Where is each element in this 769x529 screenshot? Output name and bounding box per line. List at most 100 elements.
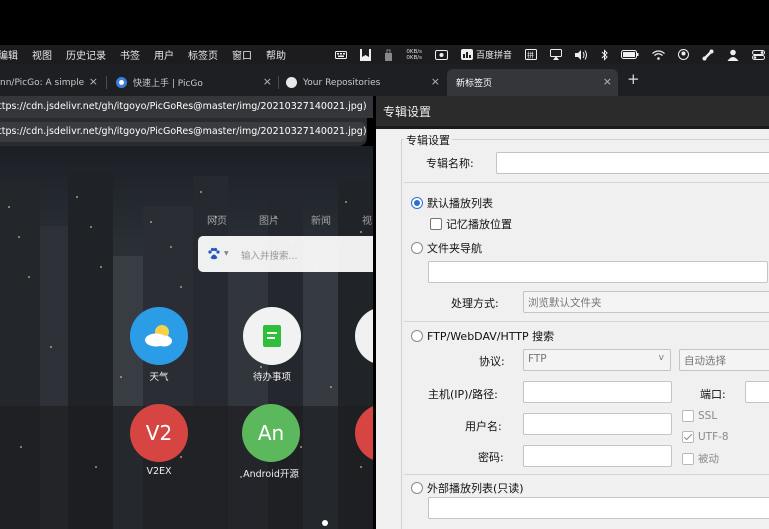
checkbox-label: 记忆播放位置 xyxy=(446,218,512,231)
radio-folder-navigation[interactable]: 文件夹导航 xyxy=(411,240,482,256)
menu-help[interactable]: 帮助 xyxy=(266,47,286,62)
keyboard-icon[interactable] xyxy=(335,45,348,64)
todo-icon xyxy=(243,307,301,365)
checkbox-remember-position[interactable]: 记忆播放位置 xyxy=(430,216,512,232)
menu-bookmarks[interactable]: 书签 xyxy=(120,47,140,62)
checkbox-label: UTF-8 xyxy=(698,431,729,443)
app-partial[interactable] xyxy=(355,307,373,365)
checkbox-passive[interactable]: 被动 xyxy=(682,451,719,466)
screen-record-icon[interactable] xyxy=(434,45,448,64)
password-input[interactable] xyxy=(523,445,672,467)
encoding-select[interactable]: 自动选择 xyxy=(679,349,769,371)
tab-title: 快速上手 | PicGo xyxy=(133,79,203,89)
external-playlist-input[interactable] xyxy=(428,497,769,519)
separator xyxy=(404,182,769,183)
search-tab-news[interactable]: 新闻 xyxy=(311,212,331,227)
menu-history[interactable]: 历史记录 xyxy=(66,47,106,62)
menu-profiles[interactable]: 用户 xyxy=(154,47,174,62)
host-path-input[interactable] xyxy=(523,381,672,403)
bag-icon[interactable] xyxy=(384,45,393,64)
search-input[interactable]: 输入并搜索... xyxy=(241,248,298,262)
checkbox-utf8[interactable]: UTF-8 xyxy=(682,431,729,443)
volume-icon[interactable] xyxy=(575,45,588,64)
tab-close-icon[interactable]: × xyxy=(89,75,98,88)
tab-picgo-quickstart[interactable]: 快速上手 | PicGo × xyxy=(108,69,278,96)
radio-ftp-webdav-http[interactable]: FTP/WebDAV/HTTP 搜索 xyxy=(411,328,554,344)
chevron-down-icon: v xyxy=(658,353,664,363)
wifi-icon[interactable] xyxy=(652,45,665,64)
tab-title: nn/PicGo: A simple & xyxy=(0,77,86,88)
menu-tabs[interactable]: 标签页 xyxy=(188,47,218,62)
user-circle-icon[interactable] xyxy=(678,45,689,64)
dialog-title: 专辑设置 xyxy=(376,96,769,126)
tab-close-icon[interactable]: × xyxy=(603,75,612,88)
username-input[interactable] xyxy=(523,413,672,435)
download-speed: 0KB/s xyxy=(406,54,422,61)
album-name-label: 专辑名称: xyxy=(426,157,474,170)
url-input[interactable]: ttps://cdn.jsdelivr.net/gh/itgoyo/PicGoR… xyxy=(0,101,367,112)
radio-label: 外部播放列表(只读) xyxy=(427,482,524,495)
app-android-opensource[interactable]: An Android开源 xyxy=(242,404,300,480)
menu-window[interactable]: 窗口 xyxy=(232,47,252,62)
protocol-label: 协议: xyxy=(479,355,505,368)
new-tab-page: 网页 图片 新闻 视 ▼ 输入并搜索... 天气 待办事项 V2 V2EX An… xyxy=(0,146,373,529)
tab-separator xyxy=(278,76,279,89)
suggestion-item[interactable]: ttps://cdn.jsdelivr.net/gh/itgoyo/PicGoR… xyxy=(0,122,367,142)
folder-path-input[interactable] xyxy=(428,261,768,283)
control-center-icon[interactable] xyxy=(752,45,765,64)
new-tab-button[interactable]: + xyxy=(627,72,640,87)
android-icon: An xyxy=(242,404,300,462)
menu-edit[interactable]: 编辑 xyxy=(0,47,18,62)
input-method-icon[interactable]: 拼 xyxy=(525,45,537,64)
tab-close-icon[interactable]: × xyxy=(263,75,272,88)
radio-default-playlist[interactable]: 默认播放列表 xyxy=(411,195,493,211)
handling-label: 处理方式: xyxy=(451,297,499,310)
protocol-select[interactable]: FTP v xyxy=(523,349,671,371)
checkbox-ssl[interactable]: SSL xyxy=(682,410,717,422)
app-weather[interactable]: 天气 xyxy=(130,307,188,383)
app-v2ex[interactable]: V2 V2EX xyxy=(130,404,188,477)
tab-title: 新标签页 xyxy=(456,79,493,89)
tab-close-icon[interactable]: × xyxy=(431,75,440,88)
app-label: 天气 xyxy=(149,372,169,383)
airplay-icon[interactable] xyxy=(550,45,562,64)
radio-label: 默认播放列表 xyxy=(427,197,493,210)
omnibox-suggestions: ttps://cdn.jsdelivr.net/gh/itgoyo/PicGoR… xyxy=(0,118,367,146)
search-box[interactable]: ▼ 输入并搜索... xyxy=(198,236,373,272)
app-label: 待办事项 xyxy=(252,372,291,383)
tab-bar: nn/PicGo: A simple & × 快速上手 | PicGo × Yo… xyxy=(0,64,769,96)
port-label: 端口: xyxy=(700,388,726,401)
script-icon[interactable] xyxy=(702,45,714,64)
protocol-value: FTP xyxy=(528,353,547,365)
search-tab-video[interactable]: 视 xyxy=(362,212,372,227)
tab-title: Your Repositories xyxy=(303,77,381,88)
baidu-paw-icon[interactable] xyxy=(207,247,221,261)
bookmark-app-icon[interactable] xyxy=(360,45,372,64)
battery-icon[interactable] xyxy=(621,45,639,64)
app-menus: 编辑 视图 历史记录 书签 用户 标签页 窗口 帮助 xyxy=(0,47,300,62)
tab-your-repositories[interactable]: Your Repositories × xyxy=(280,69,446,96)
checkbox-label: SSL xyxy=(698,410,718,422)
menu-view[interactable]: 视图 xyxy=(32,47,52,62)
album-name-input[interactable] xyxy=(496,152,769,174)
handling-select[interactable]: 浏览默认文件夹 xyxy=(523,291,769,313)
separator xyxy=(404,474,769,475)
port-input[interactable] xyxy=(745,381,769,403)
search-tab-images[interactable]: 图片 xyxy=(259,212,279,227)
tab-new-tab[interactable]: 新标签页 × xyxy=(447,69,618,96)
page-indicator[interactable] xyxy=(322,511,328,529)
app-label: V2EX xyxy=(146,466,172,477)
app-partial-2[interactable] xyxy=(355,404,373,462)
address-bar[interactable]: ttps://cdn.jsdelivr.net/gh/itgoyo/PicGoR… xyxy=(0,96,373,118)
page-dot[interactable] xyxy=(322,520,328,526)
radio-dot xyxy=(411,330,423,342)
app-todo[interactable]: 待办事项 xyxy=(243,307,301,383)
host-path-label: 主机(IP)/路径: xyxy=(428,388,498,401)
person-icon[interactable] xyxy=(727,45,739,64)
baidu-ime-icon[interactable]: 百度拼音 xyxy=(460,45,512,64)
engine-dropdown-icon[interactable]: ▼ xyxy=(224,250,229,257)
tab-picgo-github[interactable]: nn/PicGo: A simple & × xyxy=(0,69,104,96)
radio-external-playlist[interactable]: 外部播放列表(只读) xyxy=(411,480,524,496)
search-tab-web[interactable]: 网页 xyxy=(207,212,227,227)
bluetooth-icon[interactable] xyxy=(601,45,608,64)
